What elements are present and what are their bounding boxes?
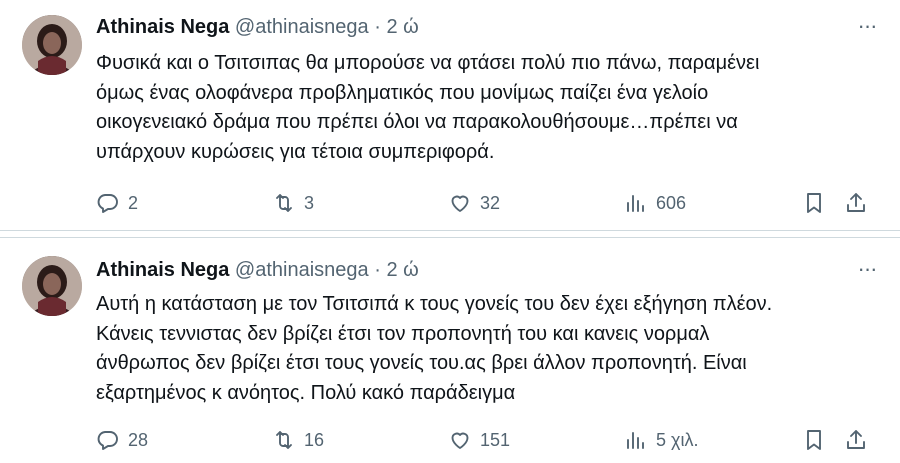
retweet-count: 16 [304,429,325,450]
like-button[interactable]: 151 [448,425,510,455]
bookmark-icon [807,430,821,450]
header-separator: · [374,16,381,38]
reply-count: 2 [128,192,139,213]
tweet-text: Αυτή η κατάσταση με τον Τσιτσιπά κ τους … [96,293,773,404]
timestamp[interactable]: 2 ώ [386,259,418,281]
tweet[interactable]: Athinais Nega @athinaisnega · 2 ώ ··· Αυ… [0,237,900,463]
retweet-button[interactable]: 16 [272,425,324,455]
bookmark-button[interactable] [802,425,826,455]
reply-icon [97,431,118,450]
avatar[interactable] [22,15,82,75]
retweet-icon [276,194,292,212]
reply-button[interactable]: 28 [96,425,148,455]
retweet-icon [276,431,292,449]
views-button[interactable]: 5 χιλ. [624,425,698,455]
views-count: 606 [656,192,687,213]
more-icon[interactable]: ··· [854,15,880,37]
author-handle[interactable]: @athinaisnega [235,16,369,38]
reply-count: 28 [128,429,149,450]
share-icon [847,430,865,449]
views-count: 5 χιλ. [656,429,699,450]
like-button[interactable]: 32 [448,188,500,218]
heart-icon [451,432,469,449]
tweet-header: Athinais Nega @athinaisnega · 2 ώ [96,14,419,40]
views-button[interactable]: 606 [624,188,686,218]
avatar[interactable] [22,256,82,316]
bookmark-button[interactable] [802,188,826,218]
bookmark-icon [807,193,821,213]
reply-button[interactable]: 2 [96,188,138,218]
tweet-actions: 28 16 151 5 χιλ. [96,425,886,455]
tweet-header: Athinais Nega @athinaisnega · 2 ώ [96,257,419,283]
author-name[interactable]: Athinais Nega [96,16,229,38]
reply-icon [97,194,118,213]
views-icon [627,195,644,212]
like-count: 32 [480,192,501,213]
tweet[interactable]: Athinais Nega @athinaisnega · 2 ώ ··· Φυ… [0,0,900,231]
like-count: 151 [480,429,511,450]
header-separator: · [374,259,381,281]
share-icon [847,193,865,212]
share-button[interactable] [844,188,868,218]
timestamp[interactable]: 2 ώ [386,16,418,38]
tweet-actions: 2 3 32 606 [96,188,886,218]
heart-icon [451,195,469,212]
retweet-count: 3 [304,192,315,213]
retweet-button[interactable]: 3 [272,188,314,218]
author-name[interactable]: Athinais Nega [96,259,229,281]
share-button[interactable] [844,425,868,455]
tweet-text: Φυσικά και ο Τσιτσιπας θα μπορούσε να φτ… [96,52,760,163]
views-icon [627,432,644,449]
more-icon[interactable]: ··· [854,258,880,280]
timeline: Athinais Nega @athinaisnega · 2 ώ ··· Φυ… [0,0,900,463]
author-handle[interactable]: @athinaisnega [235,259,369,281]
